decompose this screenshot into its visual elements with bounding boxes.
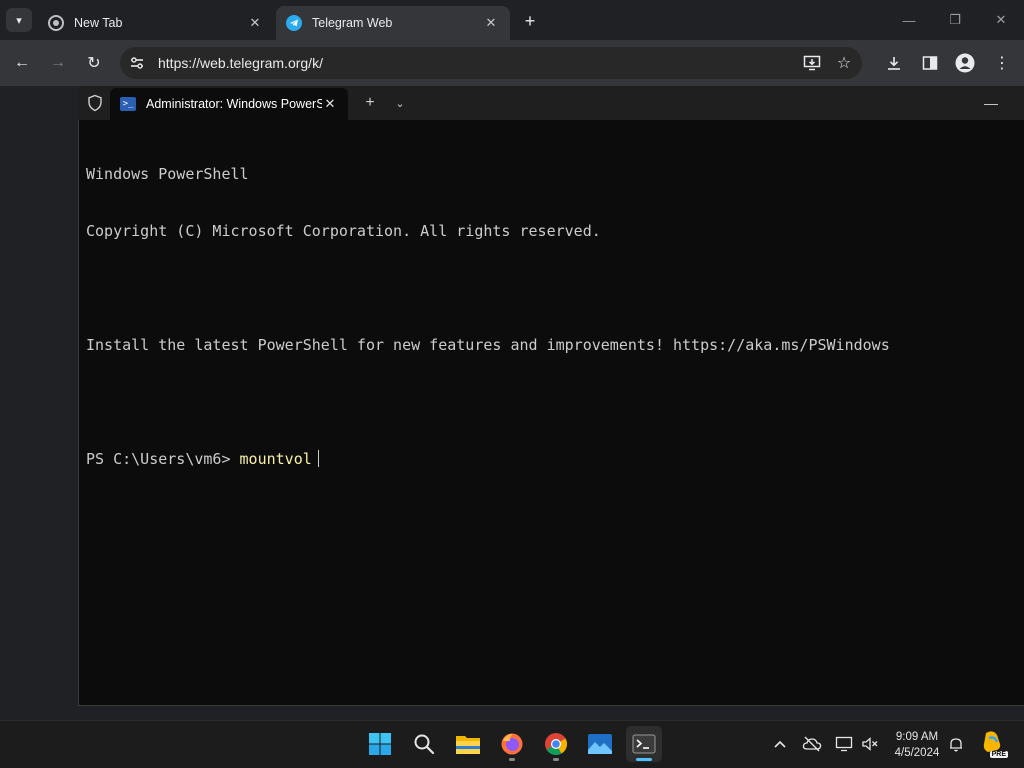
windows-start-icon[interactable] [362,726,398,762]
close-tab-icon[interactable]: ✕ [482,14,500,32]
clock-time: 9:09 AM [895,731,939,743]
active-indicator [636,758,652,761]
network-display-icon[interactable] [833,734,855,754]
search-icon[interactable] [406,726,442,762]
taskbar-clock[interactable]: 9:09 AM 4/5/2024 [884,729,950,761]
browser-tab-telegram[interactable]: Telegram Web ✕ [276,6,510,40]
chevron-down-icon: ▾ [16,14,22,27]
terminal-dropdown-button[interactable]: ⌄ [389,94,411,112]
minimize-icon: — [902,12,916,28]
restore-button[interactable]: ❐ [933,6,977,34]
terminal-tab-title: Administrator: Windows PowerShell [146,97,322,111]
restore-icon: ❐ [949,12,961,27]
install-app-icon[interactable] [799,50,825,76]
close-tab-icon[interactable]: ✕ [322,96,338,112]
powershell-icon: >_ [120,97,136,111]
terminal-console-output[interactable]: Windows PowerShell Copyright (C) Microso… [86,127,1016,488]
notification-bell-icon[interactable] [945,734,967,754]
telegram-icon [286,15,302,31]
prompt-text: PS C:\Users\vm6> [86,450,240,468]
chevron-up-icon[interactable] [769,734,791,754]
console-line: Install the latest PowerShell for new fe… [86,336,890,354]
close-window-button[interactable]: ✕ [979,6,1023,34]
terminal-minimize-button[interactable]: — [980,94,1002,112]
site-info-icon[interactable] [128,54,146,72]
chrome-icon [48,15,64,31]
onedrive-offline-icon[interactable] [801,734,823,754]
close-icon: ✕ [995,12,1007,27]
running-indicator [509,758,515,761]
chrome-icon[interactable] [538,726,574,762]
clock-date: 4/5/2024 [894,747,940,759]
plus-icon: + [365,94,375,111]
chevron-down-icon: ⌄ [395,97,405,110]
minimize-icon: — [984,95,998,111]
close-tab-icon[interactable]: ✕ [246,14,264,32]
bookmark-star-icon[interactable]: ☆ [831,50,857,76]
minimize-button[interactable]: — [887,6,931,34]
url-text[interactable]: https://web.telegram.org/k/ [158,55,323,71]
reload-icon: ↻ [87,55,101,72]
reload-button[interactable]: ↻ [81,50,107,76]
side-panel-icon[interactable] [917,50,943,76]
file-explorer-icon[interactable] [450,726,486,762]
running-indicator [553,758,559,761]
admin-shield-icon [86,94,104,112]
prompt-line[interactable]: PS C:\Users\vm6> mountvol [86,450,1016,469]
preview-badge: PRE [989,751,1008,758]
typed-command: mountvol [239,450,312,468]
photos-icon[interactable] [582,726,618,762]
arrow-right-icon: → [50,54,66,71]
downloads-icon[interactable] [881,50,907,76]
forward-button[interactable]: → [45,50,71,76]
new-tab-button[interactable]: + [518,10,542,32]
back-button[interactable]: ← [9,50,35,76]
plus-icon: + [524,10,536,31]
firefox-icon[interactable] [494,726,530,762]
console-line: Copyright (C) Microsoft Corporation. All… [86,222,601,240]
tab-search-button[interactable]: ▾ [6,8,32,32]
terminal-tab-powershell[interactable]: >_ Administrator: Windows PowerShell ✕ [110,88,348,120]
terminal-new-tab-button[interactable]: + [359,94,381,112]
menu-kebab-icon[interactable]: ⋮ [989,50,1015,76]
tab-label: New Tab [74,16,123,30]
text-cursor [317,450,319,467]
copilot-preview-icon[interactable]: PRE [980,730,1008,758]
profile-avatar-icon[interactable] [952,50,978,76]
console-line: Windows PowerShell [86,165,249,183]
volume-muted-icon[interactable] [859,734,881,754]
arrow-left-icon: ← [14,54,30,71]
browser-tab-new-tab[interactable]: New Tab ✕ [38,6,274,40]
tab-label: Telegram Web [312,16,393,30]
terminal-icon[interactable] [626,726,662,762]
